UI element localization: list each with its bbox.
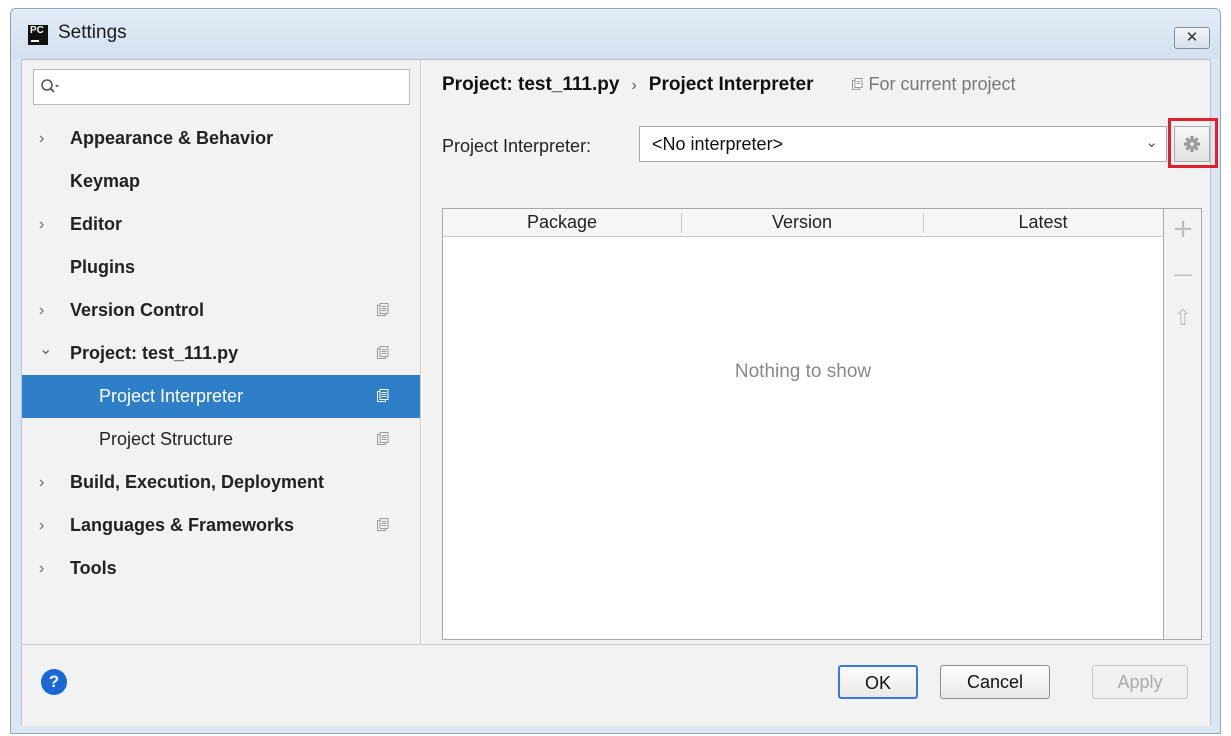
upgrade-package-button[interactable]: ⇧ xyxy=(1164,299,1202,339)
sidebar-item-label: Build, Execution, Deployment xyxy=(70,472,325,492)
chevron-right-icon[interactable]: › xyxy=(39,504,44,547)
chevron-right-icon[interactable]: › xyxy=(39,547,44,590)
sidebar-item[interactable]: Project Interpreter xyxy=(22,375,420,418)
logo-text: PC xyxy=(30,25,44,36)
breadcrumb-separator: › xyxy=(631,77,637,94)
sidebar-item[interactable]: › Appearance & Behavior xyxy=(22,117,420,160)
chevron-right-icon[interactable]: › xyxy=(39,203,44,246)
project-level-icon xyxy=(377,518,389,531)
title-bar: PC Settings ✕ xyxy=(11,9,1220,59)
table-header: Package Version Latest xyxy=(443,209,1163,237)
scope-hint-text: For current project xyxy=(868,74,1016,94)
sidebar-item[interactable]: Project Structure xyxy=(22,418,420,461)
empty-table-message: Nothing to show xyxy=(734,361,872,382)
interpreter-selected-value: <No interpreter> xyxy=(652,134,784,154)
interpreter-dropdown[interactable]: <No interpreter> ⌄ xyxy=(639,126,1167,162)
project-level-icon xyxy=(377,432,389,445)
add-package-button[interactable]: + xyxy=(1164,209,1202,249)
window-title: Settings xyxy=(58,22,127,43)
sidebar-item[interactable]: Plugins xyxy=(22,246,420,289)
remove-package-button[interactable]: — xyxy=(1164,254,1202,294)
package-toolbar: + — ⇧ xyxy=(1164,208,1202,640)
settings-tree: › Appearance & Behavior Keymap › Editor Plugi… xyxy=(22,117,420,590)
project-level-icon xyxy=(377,389,389,402)
sidebar-item-label: Plugins xyxy=(70,257,136,277)
chevron-down-icon: ⌄ xyxy=(1145,134,1158,151)
sidebar-item-label: Languages & Frameworks xyxy=(70,515,295,535)
cancel-button[interactable]: Cancel xyxy=(940,665,1050,699)
settings-sidebar: › Appearance & Behavior Keymap › Editor Plugi… xyxy=(22,60,421,644)
search-icon xyxy=(41,79,59,93)
project-scope-icon xyxy=(851,78,862,90)
sidebar-item-label: Project Structure xyxy=(99,429,234,449)
project-level-icon xyxy=(377,346,389,359)
column-latest[interactable]: Latest xyxy=(923,212,1163,233)
column-version[interactable]: Version xyxy=(681,212,923,233)
sidebar-item[interactable]: › Tools xyxy=(22,547,420,590)
sidebar-item-label: Keymap xyxy=(70,171,141,191)
ok-button[interactable]: OK xyxy=(838,665,918,699)
project-level-icon xyxy=(377,303,389,316)
sidebar-item[interactable]: › Editor xyxy=(22,203,420,246)
sidebar-item-label: Editor xyxy=(70,214,122,234)
close-button[interactable]: ✕ xyxy=(1174,27,1210,49)
sidebar-item[interactable]: › Version Control xyxy=(22,289,420,332)
settings-window: PC Settings ✕ › Appearance & Behavior Keym… xyxy=(10,8,1221,734)
help-button[interactable]: ? xyxy=(41,669,67,695)
package-table: Package Version Latest Nothing to show xyxy=(442,208,1164,640)
interpreter-panel: Project: test_111.py › Project Interpreter… xyxy=(422,60,1218,644)
search-input[interactable] xyxy=(33,69,410,105)
sidebar-item-label: Tools xyxy=(70,558,117,578)
dialog-footer: ? OK Cancel Apply xyxy=(22,644,1210,726)
chevron-down-icon[interactable]: ⌄ xyxy=(39,328,52,371)
sidebar-item-label: Project: test_111.py xyxy=(70,343,239,363)
sidebar-item[interactable]: Keymap xyxy=(22,160,420,203)
column-package[interactable]: Package xyxy=(443,212,681,233)
pycharm-logo-icon: PC xyxy=(28,25,48,45)
sidebar-item[interactable]: › Languages & Frameworks xyxy=(22,504,420,547)
chevron-right-icon[interactable]: › xyxy=(39,461,44,504)
sidebar-item[interactable]: ⌄ Project: test_111.py xyxy=(22,332,420,375)
chevron-right-icon[interactable]: › xyxy=(39,289,44,332)
chevron-right-icon[interactable]: › xyxy=(39,117,44,160)
dialog-content: › Appearance & Behavior Keymap › Editor Plugi… xyxy=(21,59,1218,726)
apply-button[interactable]: Apply xyxy=(1092,665,1188,699)
breadcrumb-project: Project: test_111.py xyxy=(442,74,620,95)
breadcrumb-page: Project Interpreter xyxy=(648,74,814,95)
interpreter-label: Project Interpreter: xyxy=(442,136,592,156)
breadcrumb: Project: test_111.py › Project Interpreter… xyxy=(442,74,1016,96)
sidebar-item-label: Appearance & Behavior xyxy=(70,128,274,148)
sidebar-item-label: Project Interpreter xyxy=(99,386,244,406)
highlight-annotation xyxy=(1168,118,1218,168)
sidebar-item-label: Version Control xyxy=(70,300,205,320)
scope-hint: For current project xyxy=(851,74,1016,94)
sidebar-item[interactable]: › Build, Execution, Deployment xyxy=(22,461,420,504)
